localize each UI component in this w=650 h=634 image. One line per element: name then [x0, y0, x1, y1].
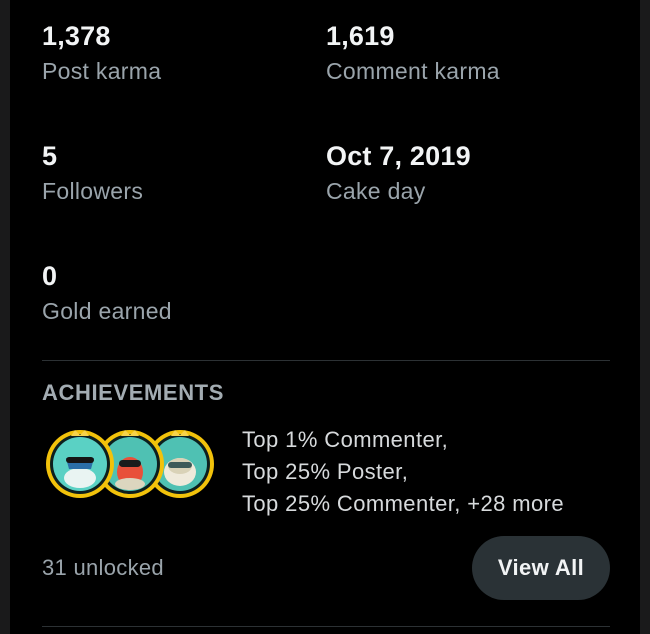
unlocked-count: 31 unlocked: [42, 555, 164, 580]
followers-stat[interactable]: 5 Followers: [42, 140, 143, 206]
gold-earned-label: Gold earned: [42, 298, 172, 324]
achievement-line: Top 1% Commenter,: [242, 427, 449, 452]
achievement-badges[interactable]: [42, 422, 222, 502]
post-karma-value: 1,378: [42, 21, 111, 51]
cake-day-label: Cake day: [326, 178, 426, 204]
post-karma-stat: 1,378 Post karma: [42, 20, 161, 86]
commenter-badge-icon: [46, 430, 114, 498]
comment-karma-value: 1,619: [326, 21, 395, 51]
cake-day-stat: Oct 7, 2019 Cake day: [326, 140, 471, 206]
gold-earned-value: 0: [42, 261, 58, 291]
followers-label: Followers: [42, 178, 144, 204]
divider: [42, 360, 610, 361]
cake-day-value: Oct 7, 2019: [326, 141, 471, 171]
divider: [42, 626, 610, 627]
comment-karma-label: Comment karma: [326, 58, 500, 84]
followers-value: 5: [42, 141, 58, 171]
view-all-button[interactable]: View All: [472, 536, 610, 600]
post-karma-label: Post karma: [42, 58, 162, 84]
comment-karma-stat: 1,619 Comment karma: [326, 20, 500, 86]
achievements-summary: Top 1% Commenter, Top 25% Poster, Top 25…: [242, 424, 564, 520]
gold-earned-stat: 0 Gold earned: [42, 260, 172, 326]
achievement-line: Top 25% Commenter, +28 more: [242, 491, 565, 516]
achievement-line: Top 25% Poster,: [242, 459, 409, 484]
profile-stats-card: 1,378 Post karma 1,619 Comment karma 5 F…: [10, 0, 640, 634]
achievements-title: ACHIEVEMENTS: [42, 380, 224, 405]
